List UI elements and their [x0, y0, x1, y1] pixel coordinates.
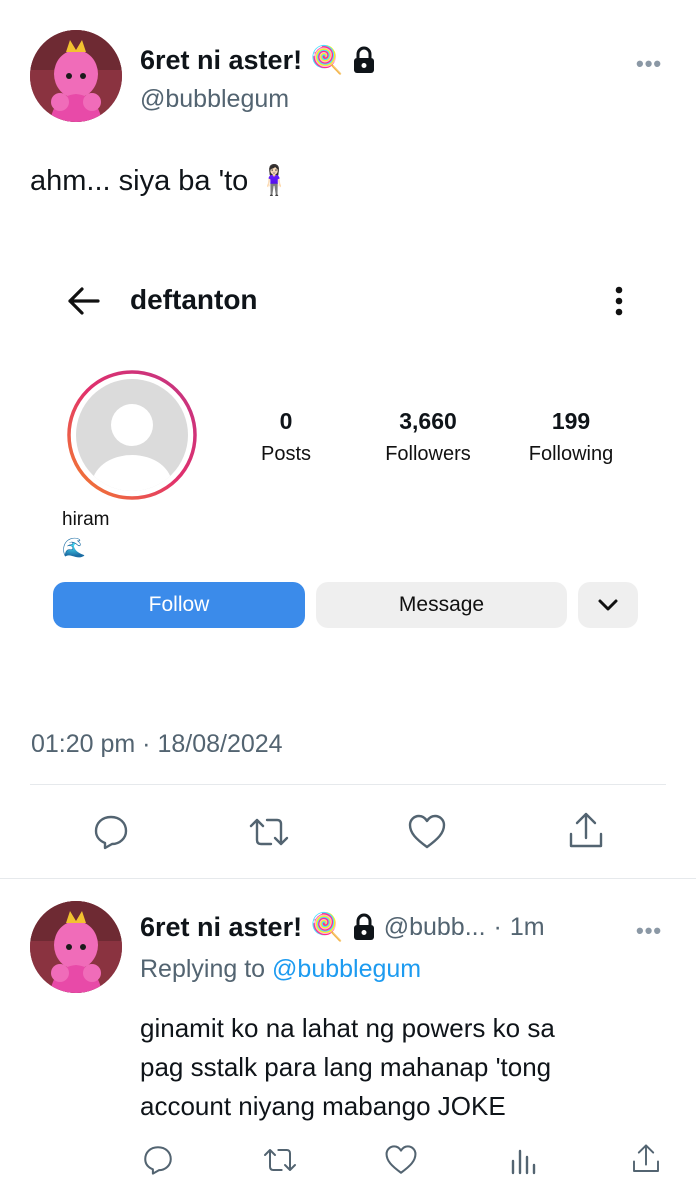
replying-prefix: Replying to [140, 955, 266, 983]
lock-icon [353, 46, 374, 73]
more-options-icon[interactable]: ••• [636, 51, 662, 77]
stat-followers[interactable]: 3,660 Followers [363, 408, 493, 466]
heart-icon [408, 814, 446, 849]
reply-time[interactable]: 1m [510, 913, 545, 942]
wave-emoji: 🌊 [62, 537, 86, 559]
tweet-timestamp[interactable]: 01:20 pm · 18/08/2024 [31, 730, 283, 759]
reply-lock-icon [353, 913, 374, 940]
stat-followers-label: Followers [385, 443, 471, 465]
author-handle[interactable]: @bubblegum [140, 85, 289, 114]
section-divider [0, 878, 696, 879]
stat-following[interactable]: 199 Following [506, 408, 636, 466]
embedded-screenshot[interactable]: deftanton 0 Posts 3,660 Followers 199 Fo… [30, 250, 666, 670]
message-button[interactable]: Message [316, 582, 567, 628]
reply-text-line: ginamit ko na lahat ng powers ko sa [140, 1013, 555, 1043]
stat-following-value: 199 [551, 408, 591, 434]
reply-like-button[interactable] [379, 1140, 423, 1180]
lollipop-emoji: 🍭 [310, 45, 344, 76]
share-icon [633, 1144, 659, 1172]
reply-text-line: account niyang mabango JOKE [140, 1091, 506, 1121]
share-button[interactable] [560, 806, 612, 856]
reply-retweet-button[interactable] [256, 1140, 304, 1180]
reply-avatar-image [30, 901, 122, 993]
like-button[interactable] [401, 808, 453, 856]
reply-author-avatar[interactable] [30, 901, 122, 993]
analytics-icon [511, 1149, 536, 1175]
bio-name: hiram [62, 509, 110, 530]
replying-to-handle[interactable]: @bubblegum [272, 955, 421, 983]
author-name-line: 6ret ni aster! 🍭 [140, 44, 376, 76]
comment-icon [94, 815, 128, 850]
follow-button[interactable]: Follow [53, 582, 305, 628]
retweet-icon [264, 1149, 296, 1171]
share-icon [569, 812, 603, 848]
reply-more-options-icon[interactable]: ••• [636, 918, 662, 944]
reply-views-button[interactable] [502, 1140, 546, 1180]
kebab-menu-icon [615, 286, 623, 316]
reply-share-button[interactable] [624, 1138, 668, 1180]
reply-lollipop-emoji: 🍭 [310, 912, 344, 943]
reply-name-line: 6ret ni aster! 🍭 @bubb... · 1m [140, 911, 545, 944]
reply-text-line: pag sstalk para lang mahanap 'tong [140, 1052, 552, 1082]
reply-author-display-name[interactable]: 6ret ni aster! [140, 912, 302, 943]
stat-followers-value: 3,660 [399, 408, 457, 434]
stat-posts-value: 0 [279, 408, 293, 434]
reply-text: ginamit ko na lahat ng powers ko sa pag … [140, 1009, 555, 1126]
stat-posts[interactable]: 0 Posts [221, 408, 351, 466]
reply-reply-button[interactable] [136, 1140, 180, 1180]
heart-icon [385, 1145, 417, 1174]
avatar-image [30, 30, 122, 122]
reply-button[interactable] [85, 808, 137, 856]
author-display-name[interactable]: 6ret ni aster! [140, 45, 302, 76]
profile-picture [67, 370, 197, 500]
author-avatar[interactable] [30, 30, 122, 122]
tweet-text: ahm... siya ba 'to 🧍🏻‍♀️ [30, 165, 293, 197]
replying-to-line: Replying to @bubblegum [140, 955, 421, 984]
divider [30, 784, 666, 785]
reply-separator: · [493, 912, 502, 941]
retweet-button[interactable] [241, 808, 297, 856]
chevron-down-icon [598, 599, 618, 611]
suggested-dropdown-button[interactable] [578, 582, 638, 628]
profile-username: deftanton [130, 284, 258, 315]
back-arrow-icon [68, 287, 100, 315]
retweet-icon [249, 818, 289, 846]
stat-posts-label: Posts [260, 443, 312, 465]
stat-following-label: Following [528, 443, 614, 465]
reply-author-handle[interactable]: @bubb... [384, 913, 486, 942]
comment-icon [144, 1146, 172, 1175]
